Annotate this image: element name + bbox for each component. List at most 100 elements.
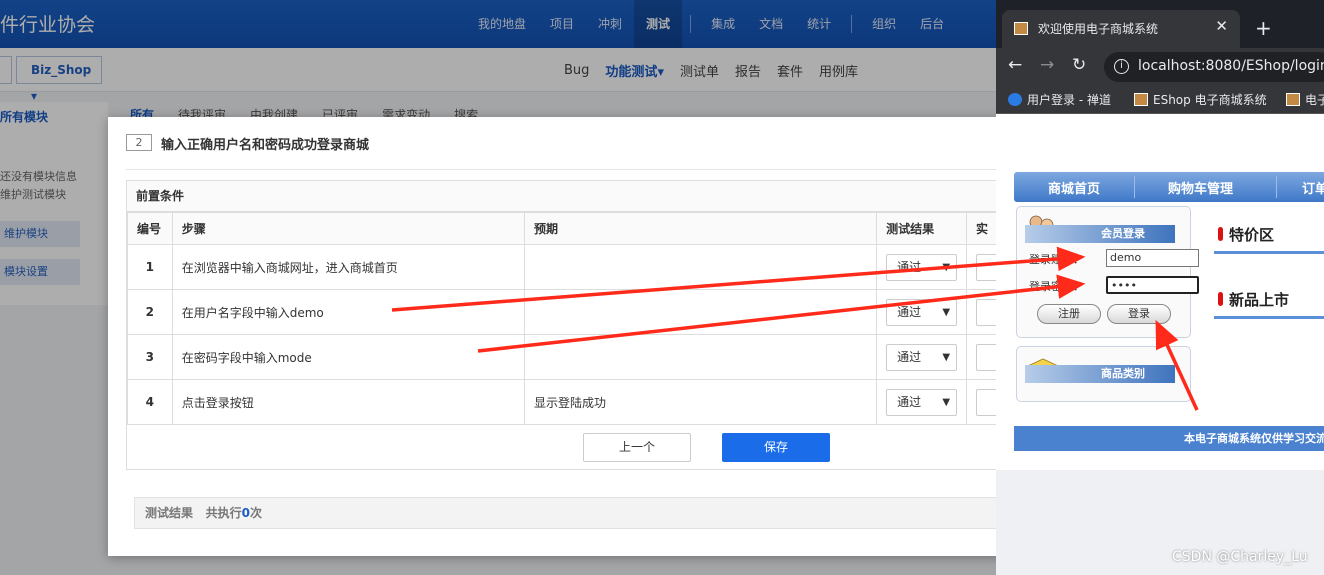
case-title: 输入正确用户名和密码成功登录商城 (161, 138, 370, 153)
register-button[interactable]: 注册 (1037, 304, 1101, 324)
col-expect: 预期 (524, 212, 878, 245)
shop-nav-cart[interactable]: 购物车管理 (1168, 178, 1233, 197)
chevron-down-icon: ▼ (942, 351, 951, 363)
category-title: 商品类别 (1025, 365, 1175, 383)
shop-nav: 商城首页 购物车管理 订单 (1014, 172, 1324, 202)
shop-nav-orders[interactable]: 订单 (1302, 178, 1324, 197)
step-num: 1 (127, 244, 173, 290)
account-input[interactable]: demo (1106, 249, 1199, 267)
result-select[interactable]: 通过 ▼ (886, 298, 958, 326)
step-num: 2 (127, 289, 173, 335)
zentao-icon (1008, 93, 1022, 106)
step-num: 4 (127, 379, 173, 425)
result-summary: 测试结果 共执行0次 (134, 497, 1008, 529)
precondition-label: 前置条件 (127, 181, 1007, 212)
browser-tab-title: 欢迎使用电子商城系统 (1038, 22, 1159, 36)
login-button[interactable]: 登录 (1107, 304, 1171, 324)
close-icon[interactable]: ✕ (1215, 17, 1228, 35)
table-row: 3 在密码字段中输入mode 通过 ▼ (127, 334, 1008, 380)
login-box-title: 会员登录 (1025, 225, 1175, 243)
new-tab-icon[interactable]: + (1255, 16, 1272, 40)
page-icon (1286, 93, 1300, 106)
member-login-box: 会员登录 登录账号： demo 登录密码： •••• 注册 登录 (1016, 206, 1199, 338)
bookmark-label: 用户登录 - 禅道 (1027, 93, 1111, 107)
col-step: 步骤 (171, 212, 526, 245)
address-bar[interactable]: i localhost:8080/EShop/login. (1104, 52, 1324, 82)
exec-count: 0 (241, 506, 250, 520)
run-case-modal: 2 输入正确用户名和密码成功登录商城 前置条件 编号 步骤 预期 测试结果 实 … (108, 117, 1008, 556)
result-select[interactable]: 通过 ▼ (886, 253, 958, 281)
steps-panel: 前置条件 编号 步骤 预期 测试结果 实 1 在浏览器中输入商城网址，进入商城首… (126, 180, 1008, 470)
step-desc: 点击登录按钮 (171, 379, 526, 425)
steps-table: 编号 步骤 预期 测试结果 实 1 在浏览器中输入商城网址，进入商城首页 通过 ▼… (127, 212, 1008, 425)
new-section-label: 新品上市 (1229, 291, 1290, 309)
pin-icon (1218, 227, 1223, 241)
bookmark-label: EShop 电子商城系统 (1153, 93, 1267, 107)
chevron-down-icon: ▼ (942, 261, 951, 273)
password-input[interactable]: •••• (1106, 276, 1199, 294)
result-cell: 通过 ▼ (876, 289, 967, 335)
page-icon (1134, 93, 1148, 106)
result-select-value: 通过 (897, 394, 922, 409)
bookmark-more[interactable]: 电子 (1286, 91, 1324, 108)
table-row: 2 在用户名字段中输入demo 通过 ▼ (127, 289, 1008, 335)
result-cell: 通过 ▼ (876, 334, 967, 380)
reload-icon[interactable]: ↻ (1072, 55, 1086, 75)
bookmark-zentao[interactable]: 用户登录 - 禅道 (1008, 91, 1111, 108)
browser-tab[interactable]: 欢迎使用电子商城系统 ✕ (1002, 10, 1240, 48)
result-cell: 通过 ▼ (876, 379, 967, 425)
account-label: 登录账号： (1029, 253, 1084, 266)
previous-button[interactable]: 上一个 (583, 433, 691, 462)
case-id-badge: 2 (126, 134, 152, 151)
exec-prefix: 共执行 (205, 506, 242, 520)
table-header-row: 编号 步骤 预期 测试结果 实 (127, 212, 1008, 245)
step-desc: 在用户名字段中输入demo (171, 289, 526, 335)
watermark: CSDN @Charley_Lu (1172, 549, 1308, 565)
step-expect (524, 244, 878, 290)
chevron-down-icon: ▼ (942, 306, 951, 318)
browser-toolbar: ← → ↻ i localhost:8080/EShop/login. (996, 48, 1324, 86)
sale-section-label: 特价区 (1229, 226, 1275, 244)
category-box: 商品类别 (1016, 346, 1191, 402)
divider (126, 169, 1008, 170)
new-section-title: 新品上市 (1214, 289, 1324, 319)
result-select-value: 通过 (897, 304, 922, 319)
bookmark-eshop[interactable]: EShop 电子商城系统 (1134, 91, 1267, 108)
info-icon[interactable]: i (1114, 59, 1129, 74)
address-url: localhost:8080/EShop/login. (1138, 58, 1324, 74)
result-label: 测试结果 (145, 506, 194, 520)
exec-suffix: 次 (249, 506, 262, 520)
result-cell: 通过 ▼ (876, 244, 967, 290)
step-expect: 显示登陆成功 (524, 379, 878, 425)
step-expect (524, 334, 878, 380)
step-num: 3 (127, 334, 173, 380)
shop-footer: 本电子商城系统仅供学习交流 (1014, 426, 1324, 451)
table-row: 1 在浏览器中输入商城网址，进入商城首页 通过 ▼ (127, 244, 1008, 290)
shop-nav-home[interactable]: 商城首页 (1048, 178, 1100, 197)
tab-strip: 欢迎使用电子商城系统 ✕ + (996, 0, 1324, 48)
nav-divider (1276, 176, 1277, 198)
password-label: 登录密码： (1029, 280, 1084, 293)
result-select[interactable]: 通过 ▼ (886, 388, 958, 416)
nav-divider (1134, 176, 1135, 198)
result-select[interactable]: 通过 ▼ (886, 343, 958, 371)
result-select-value: 通过 (897, 349, 922, 364)
table-row: 4 点击登录按钮 显示登陆成功 通过 ▼ (127, 379, 1008, 425)
save-button[interactable]: 保存 (722, 433, 830, 462)
page-viewport: 商城首页 购物车管理 订单 会员登录 登录账号： demo 登录密码： ••••… (996, 114, 1324, 575)
forward-icon[interactable]: → (1040, 55, 1054, 75)
col-num: 编号 (127, 212, 173, 245)
step-expect (524, 289, 878, 335)
pin-icon (1218, 292, 1223, 306)
bookmarks-bar: 用户登录 - 禅道 EShop 电子商城系统 电子 (996, 86, 1324, 114)
favicon-icon (1014, 22, 1028, 35)
result-select-value: 通过 (897, 259, 922, 274)
step-desc: 在浏览器中输入商城网址，进入商城首页 (171, 244, 526, 290)
back-icon[interactable]: ← (1008, 55, 1022, 75)
browser-window: 欢迎使用电子商城系统 ✕ + ← → ↻ i localhost:8080/ES… (996, 0, 1324, 575)
step-desc: 在密码字段中输入mode (171, 334, 526, 380)
chevron-down-icon: ▼ (942, 396, 951, 408)
bookmark-label: 电子 (1305, 93, 1324, 107)
sale-section-title: 特价区 (1214, 224, 1324, 254)
col-result: 测试结果 (876, 212, 967, 245)
